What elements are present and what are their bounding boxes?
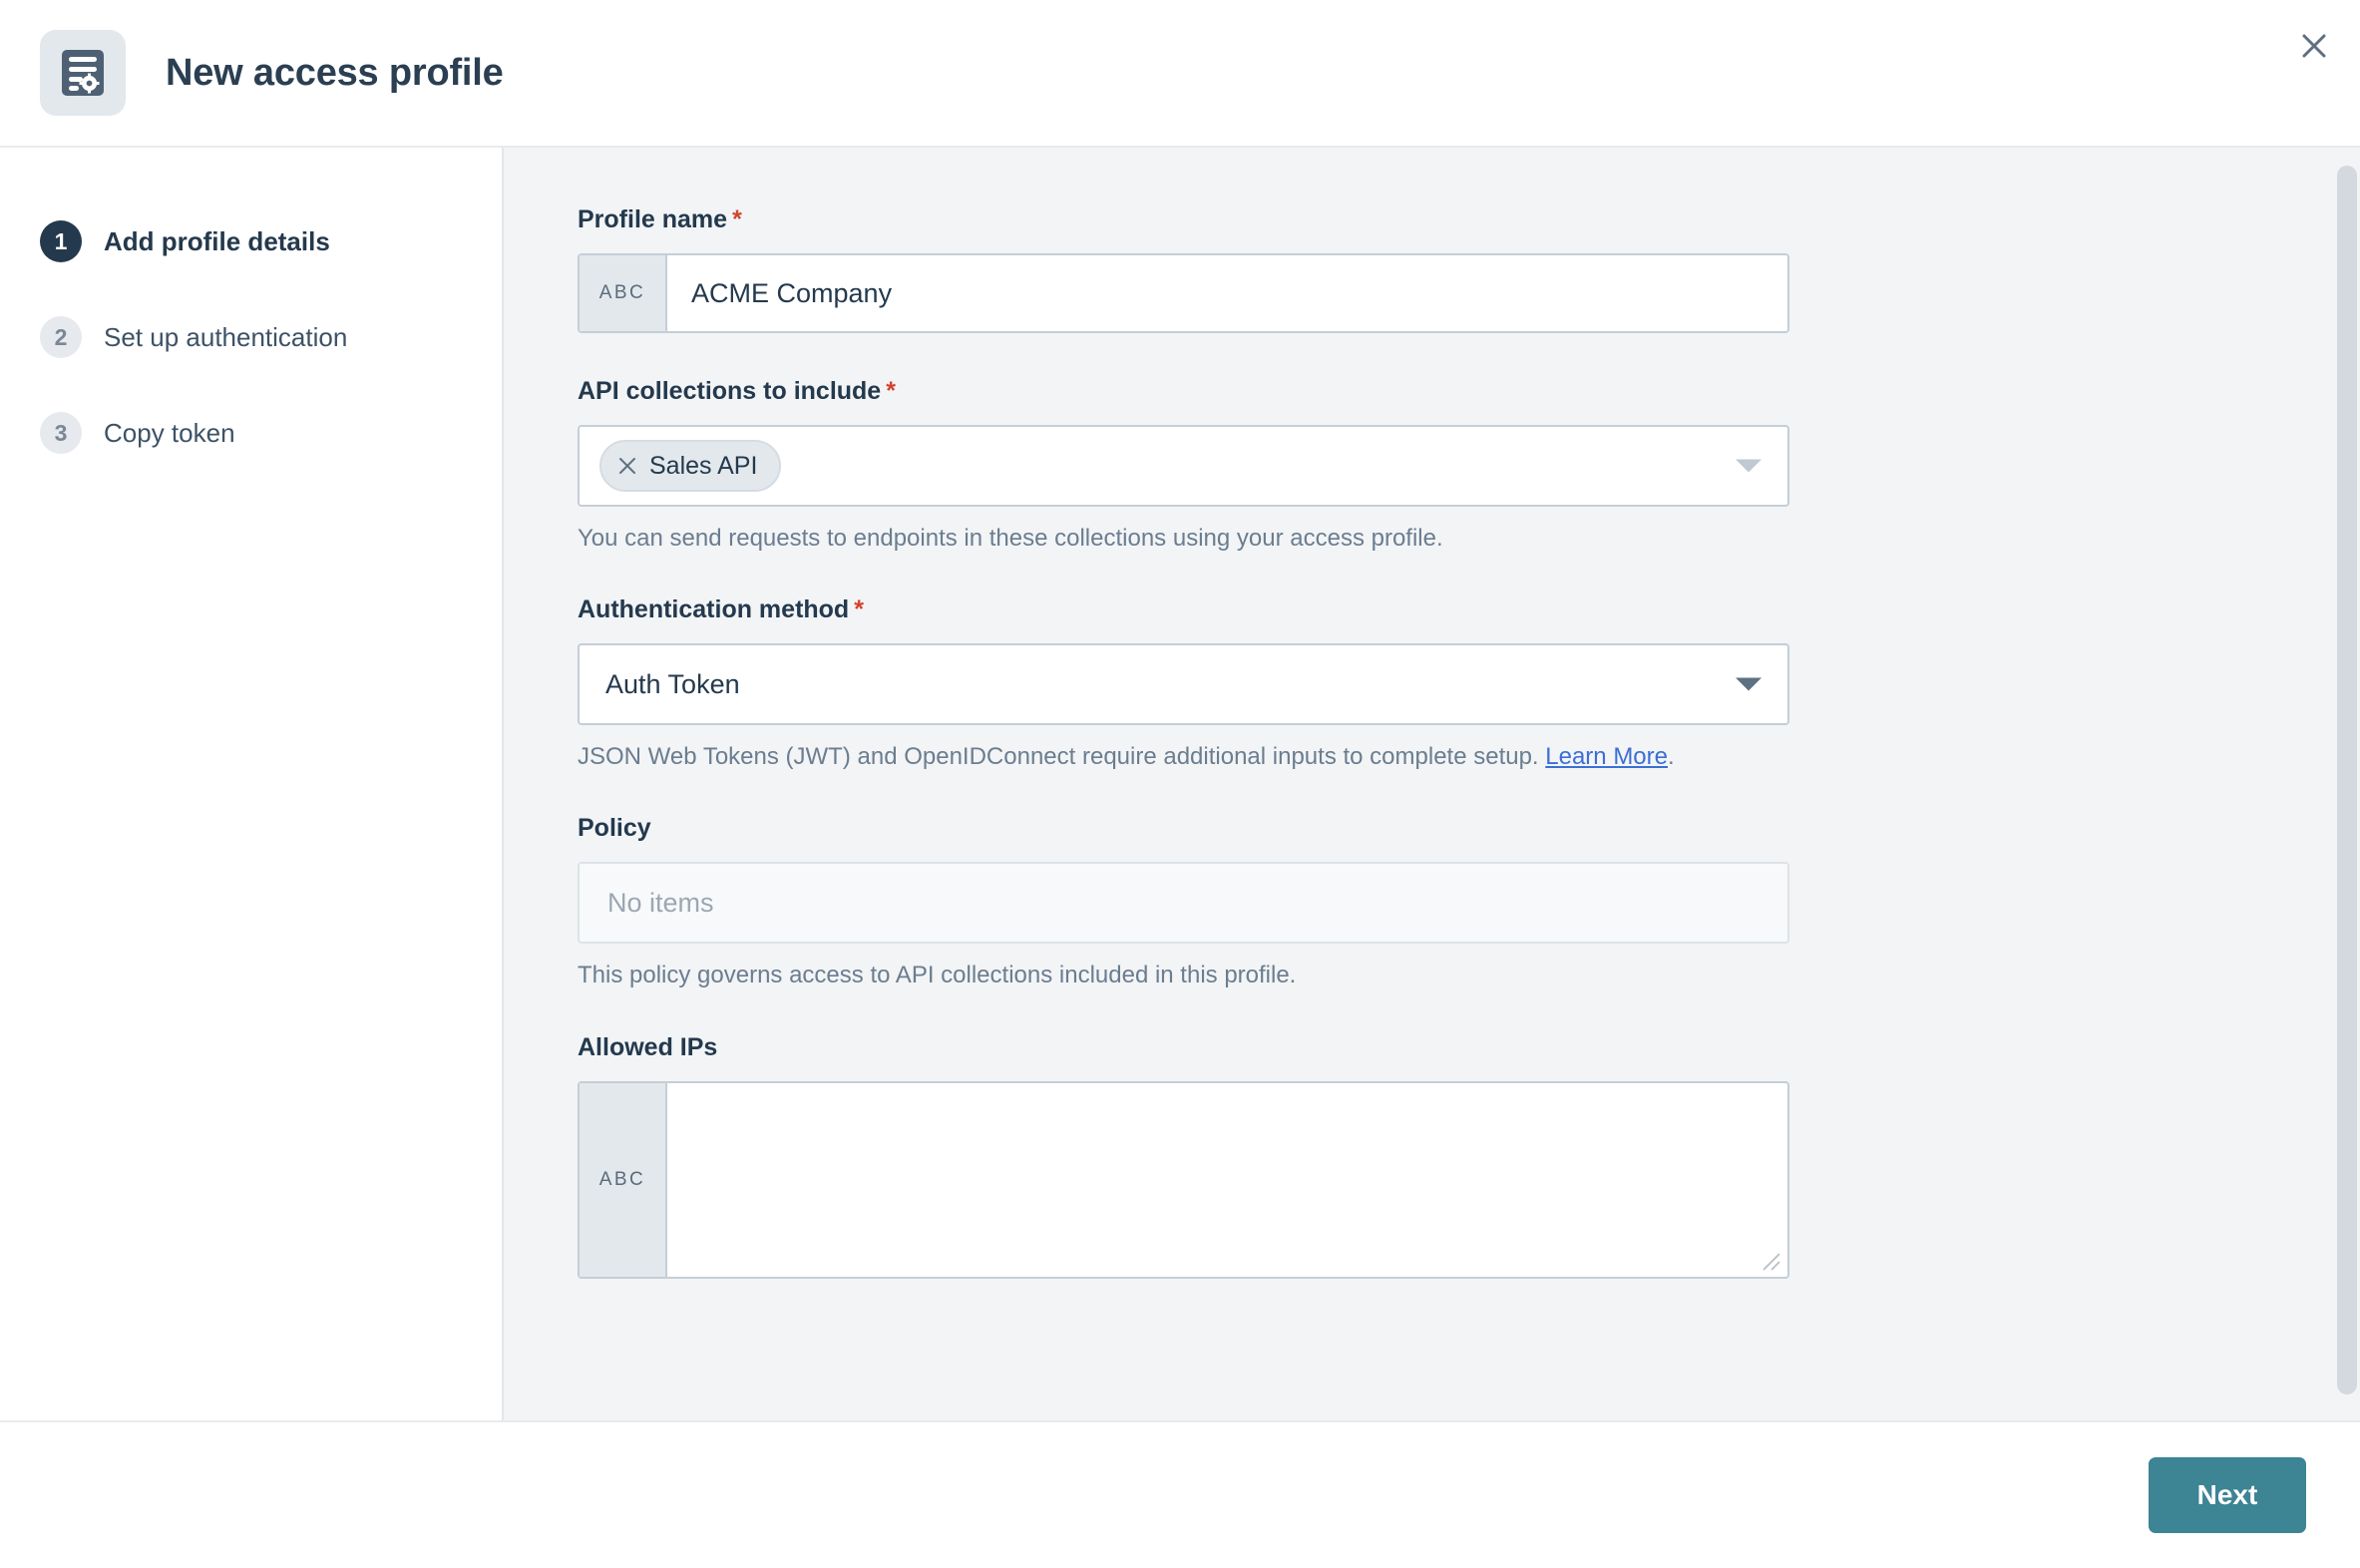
dialog-footer: Next [0, 1420, 2360, 1568]
allowed-ips-label: Allowed IPs [578, 1033, 2360, 1062]
profile-name-control: ABC [578, 253, 1789, 333]
sidebar-step-set-up-authentication[interactable]: 2 Set up authentication [0, 289, 502, 385]
allowed-ips-textarea[interactable] [667, 1083, 1787, 1277]
step-number-badge: 1 [40, 220, 82, 262]
form-content: Profile name* ABC API collections to inc… [504, 148, 2360, 1420]
chevron-down-icon[interactable] [1736, 460, 1762, 473]
field-allowed-ips: Allowed IPs ABC [578, 1033, 2360, 1279]
abc-prefix-icon: ABC [580, 1083, 667, 1277]
step-label: Copy token [104, 418, 235, 449]
profile-name-label-text: Profile name [578, 205, 727, 233]
field-profile-name: Profile name* ABC [578, 205, 2360, 333]
step-sidebar: 1 Add profile details 2 Set up authentic… [0, 148, 504, 1420]
close-icon[interactable] [2286, 18, 2342, 74]
dialog-body: 1 Add profile details 2 Set up authentic… [0, 148, 2360, 1420]
auth-method-label-text: Authentication method [578, 595, 849, 623]
api-collection-tag-label: Sales API [649, 452, 757, 481]
auth-method-selected-value: Auth Token [605, 669, 740, 700]
step-label: Set up authentication [104, 322, 347, 353]
required-asterisk: * [732, 205, 742, 233]
field-policy: Policy No items This policy governs acce… [578, 814, 2360, 990]
dialog-header: New access profile [0, 0, 2360, 148]
abc-prefix-icon: ABC [580, 255, 667, 331]
policy-label: Policy [578, 814, 2360, 843]
api-collections-label-text: API collections to include [578, 377, 881, 405]
auth-method-label: Authentication method* [578, 595, 2360, 624]
allowed-ips-control: ABC [578, 1081, 1789, 1279]
auth-method-help-before: JSON Web Tokens (JWT) and OpenIDConnect … [578, 743, 1545, 770]
field-auth-method: Authentication method* Auth Token JSON W… [578, 595, 2360, 772]
step-number-badge: 2 [40, 316, 82, 358]
api-collections-help-text: You can send requests to endpoints in th… [578, 523, 2360, 554]
page-title: New access profile [166, 52, 504, 95]
policy-control[interactable]: No items [578, 862, 1789, 944]
api-collection-tag: Sales API [599, 440, 781, 492]
required-asterisk: * [886, 377, 896, 405]
auth-method-help-after: . [1668, 743, 1675, 770]
policy-help-text: This policy governs access to API collec… [578, 960, 2360, 990]
new-access-profile-dialog: New access profile 1 Add profile details… [0, 0, 2360, 1568]
chevron-down-icon[interactable] [1736, 678, 1762, 691]
sidebar-step-add-profile-details[interactable]: 1 Add profile details [0, 194, 502, 289]
profile-name-label: Profile name* [578, 205, 2360, 234]
policy-placeholder-text: No items [607, 888, 714, 919]
document-settings-icon [40, 30, 126, 116]
auth-method-select[interactable]: Auth Token [578, 643, 1789, 725]
profile-name-input[interactable] [667, 255, 1787, 331]
content-scrollbar-thumb[interactable] [2337, 166, 2357, 1394]
learn-more-link[interactable]: Learn More [1545, 743, 1668, 770]
remove-tag-icon[interactable] [617, 456, 637, 476]
api-collections-multiselect[interactable]: Sales API [578, 425, 1789, 507]
next-button[interactable]: Next [2149, 1457, 2306, 1533]
api-collections-label: API collections to include* [578, 377, 2360, 406]
field-api-collections: API collections to include* Sales API [578, 377, 2360, 554]
sidebar-step-copy-token[interactable]: 3 Copy token [0, 385, 502, 481]
step-label: Add profile details [104, 226, 330, 257]
auth-method-help-text: JSON Web Tokens (JWT) and OpenIDConnect … [578, 741, 2360, 772]
required-asterisk: * [854, 595, 864, 623]
step-number-badge: 3 [40, 412, 82, 454]
content-scrollbar-track[interactable] [2334, 148, 2360, 1420]
